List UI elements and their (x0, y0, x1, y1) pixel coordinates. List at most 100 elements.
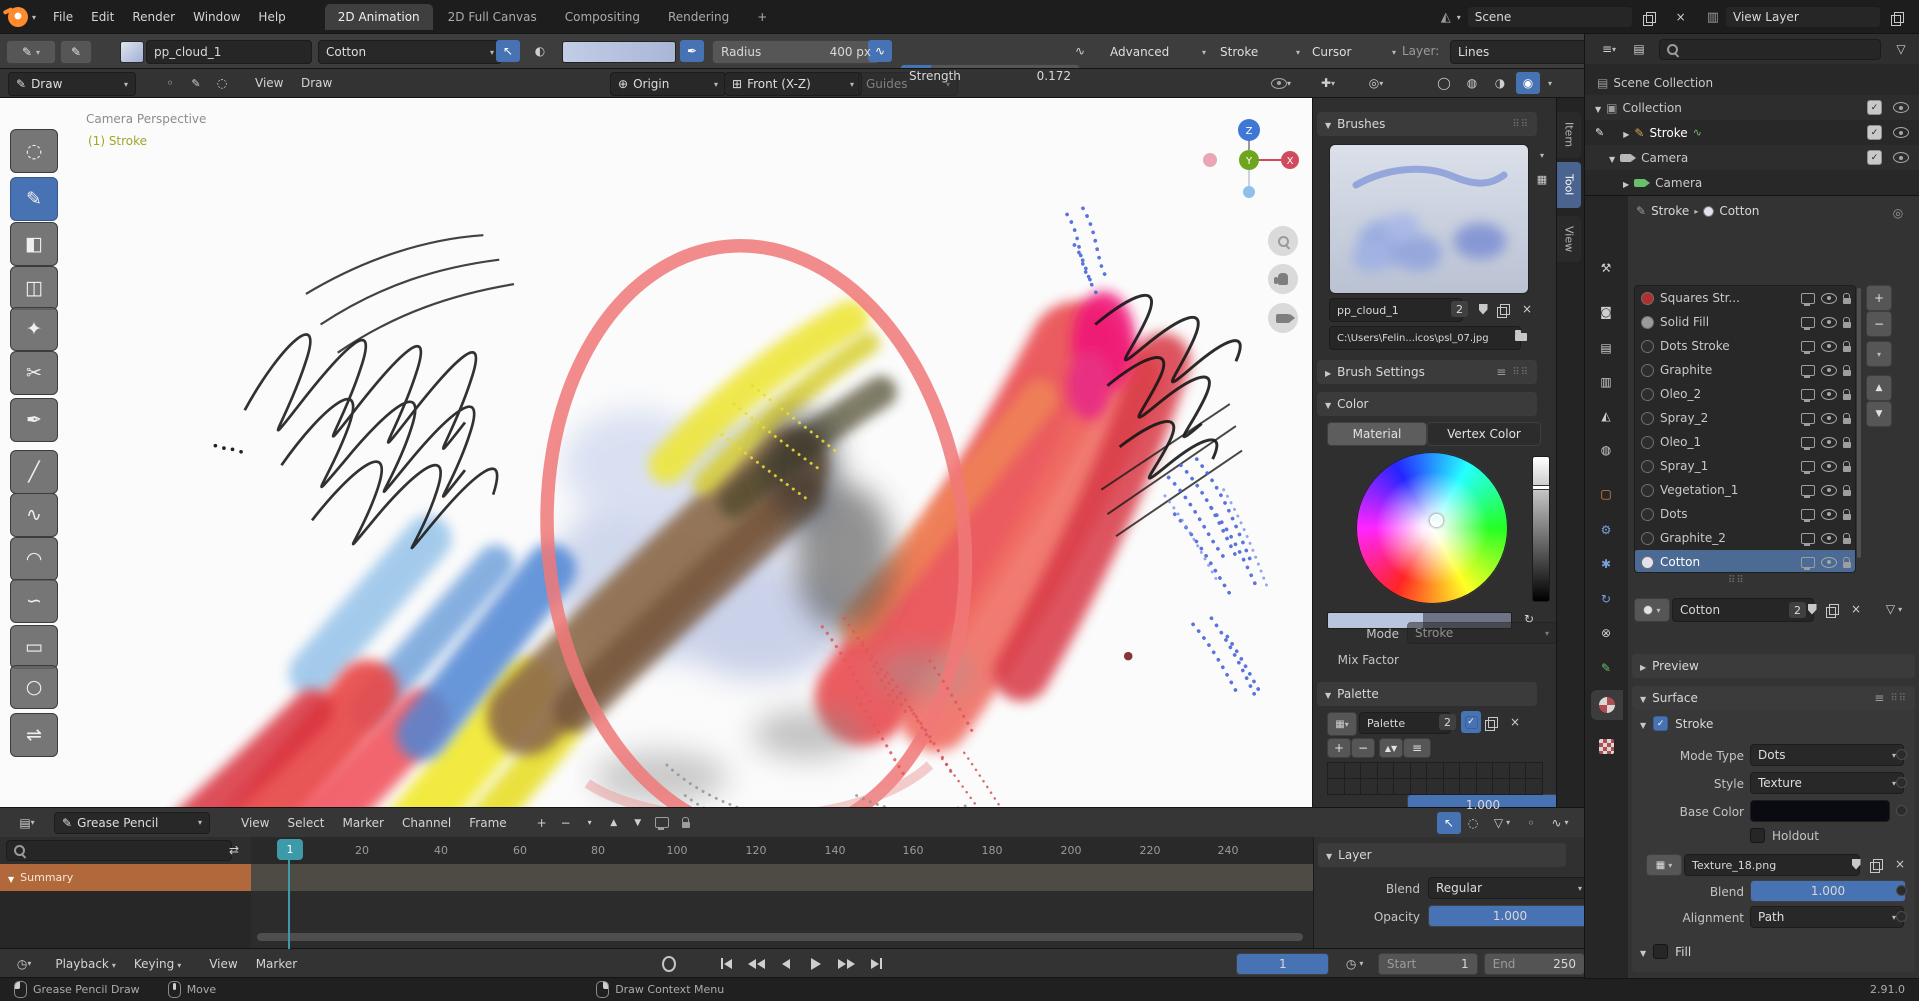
duplicate-palette-button[interactable] (1483, 711, 1503, 733)
move-channel-down-button[interactable]: ▼ (626, 812, 650, 834)
pan-button[interactable] (1268, 264, 1298, 294)
eye-icon[interactable] (1893, 152, 1909, 163)
palette-add-button[interactable]: + (1327, 738, 1351, 758)
screen-toggle-icon[interactable] (1801, 508, 1815, 522)
screen-toggle-icon[interactable] (1801, 340, 1815, 354)
lock-icon[interactable] (1843, 316, 1851, 328)
navigation-gizmo[interactable]: Z Y X (1196, 108, 1306, 218)
mode-dropdown[interactable]: Stroke (1407, 622, 1557, 644)
material-slot-row[interactable]: Dots (1635, 502, 1855, 526)
material-slot-row[interactable]: Solid Fill (1635, 310, 1855, 334)
active-tool-button[interactable]: ✎ ▾ (6, 40, 56, 64)
drawing-plane-dropdown[interactable]: ⊞ Front (X-Z) (724, 72, 862, 96)
color-source-material-tab[interactable]: Material (1327, 422, 1427, 446)
brush-settings-panel-header[interactable]: Brush Settings ≡ ⠿⠿ (1317, 360, 1537, 384)
material-filter-dropdown[interactable]: ▽ (1876, 598, 1912, 620)
toolbar-eyedropper-tool[interactable]: ✒ (10, 398, 58, 442)
screen-toggle-icon[interactable] (1801, 484, 1815, 498)
playback-menu[interactable]: Playback (46, 957, 125, 971)
outliner-row-collection[interactable]: ▣ Collection (1585, 95, 1919, 120)
outliner-search-input[interactable] (1659, 38, 1881, 60)
dopesheet-marker-menu[interactable]: Marker (334, 816, 393, 830)
strength-pressure-toggle[interactable]: ∿ (1068, 40, 1092, 62)
duplicate-brush-button[interactable] (1495, 298, 1515, 320)
palette-panel-header[interactable]: Palette (1317, 682, 1537, 706)
object-checkbox[interactable] (1867, 125, 1882, 140)
proportional-edit-toggle[interactable]: ◦ (1519, 812, 1543, 834)
material-slot-row[interactable]: Graphite_2 (1635, 526, 1855, 550)
tab-modifiers[interactable]: ⚙ (1594, 519, 1618, 541)
alignment-dropdown[interactable]: Path (1750, 906, 1904, 928)
unlink-brush-button[interactable]: × (1517, 298, 1537, 320)
outliner-filter-dropdown[interactable]: ▽ (1889, 38, 1913, 60)
keyframe-type-dropdown[interactable]: ∿ (1543, 812, 1577, 834)
material-slot-row[interactable]: Dots Stroke (1635, 334, 1855, 358)
value-slider-handle[interactable] (1532, 485, 1550, 490)
tab-view-layer[interactable]: ▥ (1594, 371, 1618, 393)
playback-marker-menu[interactable]: Marker (247, 957, 306, 971)
draw-menu[interactable]: Draw (292, 76, 341, 90)
duplicate-material-button[interactable] (1824, 598, 1844, 620)
tab-material[interactable] (1591, 690, 1623, 720)
stroke-checkbox[interactable] (1653, 716, 1669, 731)
scene-selector[interactable]: Scene (1466, 6, 1633, 28)
dopesheet-mode-dropdown[interactable]: ✎ Grease Pencil (54, 811, 210, 834)
remove-keyframe-button[interactable]: − (554, 812, 578, 834)
play-button[interactable] (802, 954, 830, 974)
mode-type-dropdown[interactable]: Dots (1750, 744, 1904, 766)
toolbar-fill-tool[interactable]: ◧ (10, 222, 58, 266)
material-slot-row-selected[interactable]: Cotton (1635, 550, 1855, 572)
shading-wireframe-button[interactable]: ◯ (1432, 72, 1456, 94)
move-slot-down-button[interactable]: ▼ (1866, 401, 1892, 427)
image-browse-dropdown[interactable]: ▦ (1646, 854, 1682, 876)
outliner-row-camera[interactable]: Camera (1585, 145, 1919, 170)
eye-icon[interactable] (1893, 127, 1909, 138)
eye-icon[interactable] (1821, 316, 1837, 328)
viewport-canvas[interactable]: Camera Perspective (1) Stroke ✎ ◌ ◧ ◫ ✦ … (0, 97, 1314, 809)
screen-toggle-icon[interactable] (1801, 436, 1815, 450)
sidebar-tab-view[interactable]: View (1557, 216, 1581, 262)
sidebar-tab-tool[interactable]: Tool (1557, 162, 1581, 208)
tab-particles[interactable]: ✱ (1594, 553, 1618, 575)
keying-menu[interactable]: Keying (125, 957, 190, 971)
blender-logo-icon[interactable] (8, 7, 28, 27)
brushes-panel-header[interactable]: Brushes ⠿⠿ (1317, 112, 1537, 136)
material-slot-row[interactable]: Oleo_2 (1635, 382, 1855, 406)
lock-icon[interactable] (1843, 292, 1851, 304)
material-slot-row[interactable]: Spray_1 (1635, 454, 1855, 478)
playhead-line[interactable] (288, 860, 290, 949)
material-slot-row[interactable]: Vegetation_1 (1635, 478, 1855, 502)
eye-icon[interactable] (1893, 102, 1909, 113)
only-selected-toggle[interactable]: ↖ (1437, 811, 1461, 834)
eye-icon[interactable] (1821, 508, 1837, 520)
filter-dropdown[interactable]: ▽ (1485, 812, 1519, 834)
disclosure-closed-icon[interactable] (1623, 126, 1629, 140)
menu-help[interactable]: Help (249, 10, 294, 24)
next-keyframe-button[interactable] (832, 954, 860, 974)
fill-checkbox[interactable] (1653, 944, 1669, 959)
material-name-field[interactable]: Cotton 2 (1672, 598, 1814, 622)
eye-icon[interactable] (1821, 364, 1837, 376)
workspace-tab-rendering[interactable]: Rendering (655, 4, 742, 30)
screen-toggle-icon[interactable] (1801, 364, 1815, 378)
dopesheet-view-menu[interactable]: View (232, 816, 278, 830)
eye-icon[interactable] (1821, 532, 1837, 544)
toolbar-line-tool[interactable]: ╱ (10, 450, 58, 494)
visibility-dropdown[interactable]: ▾ (1264, 72, 1298, 94)
shading-solid-button[interactable]: ◍ (1460, 72, 1484, 94)
fake-user-button[interactable] (1846, 853, 1866, 875)
stroke-dropdown[interactable]: Stroke (1212, 40, 1308, 64)
gizmos-dropdown[interactable]: ✚ ▾ (1310, 72, 1346, 94)
menu-window[interactable]: Window (184, 10, 249, 24)
shading-rendered-button[interactable]: ◉ (1516, 72, 1540, 94)
pin-id-button[interactable]: ◎ (1886, 202, 1910, 224)
move-slot-up-button[interactable]: ▲ (1866, 375, 1892, 401)
style-dropdown[interactable]: Texture (1750, 772, 1904, 794)
brush-datablock-button[interactable]: ✎ (60, 40, 92, 64)
object-checkbox[interactable] (1867, 150, 1882, 165)
disclosure-open-icon[interactable] (1609, 151, 1615, 165)
tab-render[interactable]: ◙ (1594, 301, 1618, 323)
blend-slider[interactable]: 1.000 (1750, 880, 1906, 902)
auto-keyframe-toggle[interactable] (662, 955, 677, 972)
workspace-tab-2d-animation[interactable]: 2D Animation (324, 4, 433, 30)
